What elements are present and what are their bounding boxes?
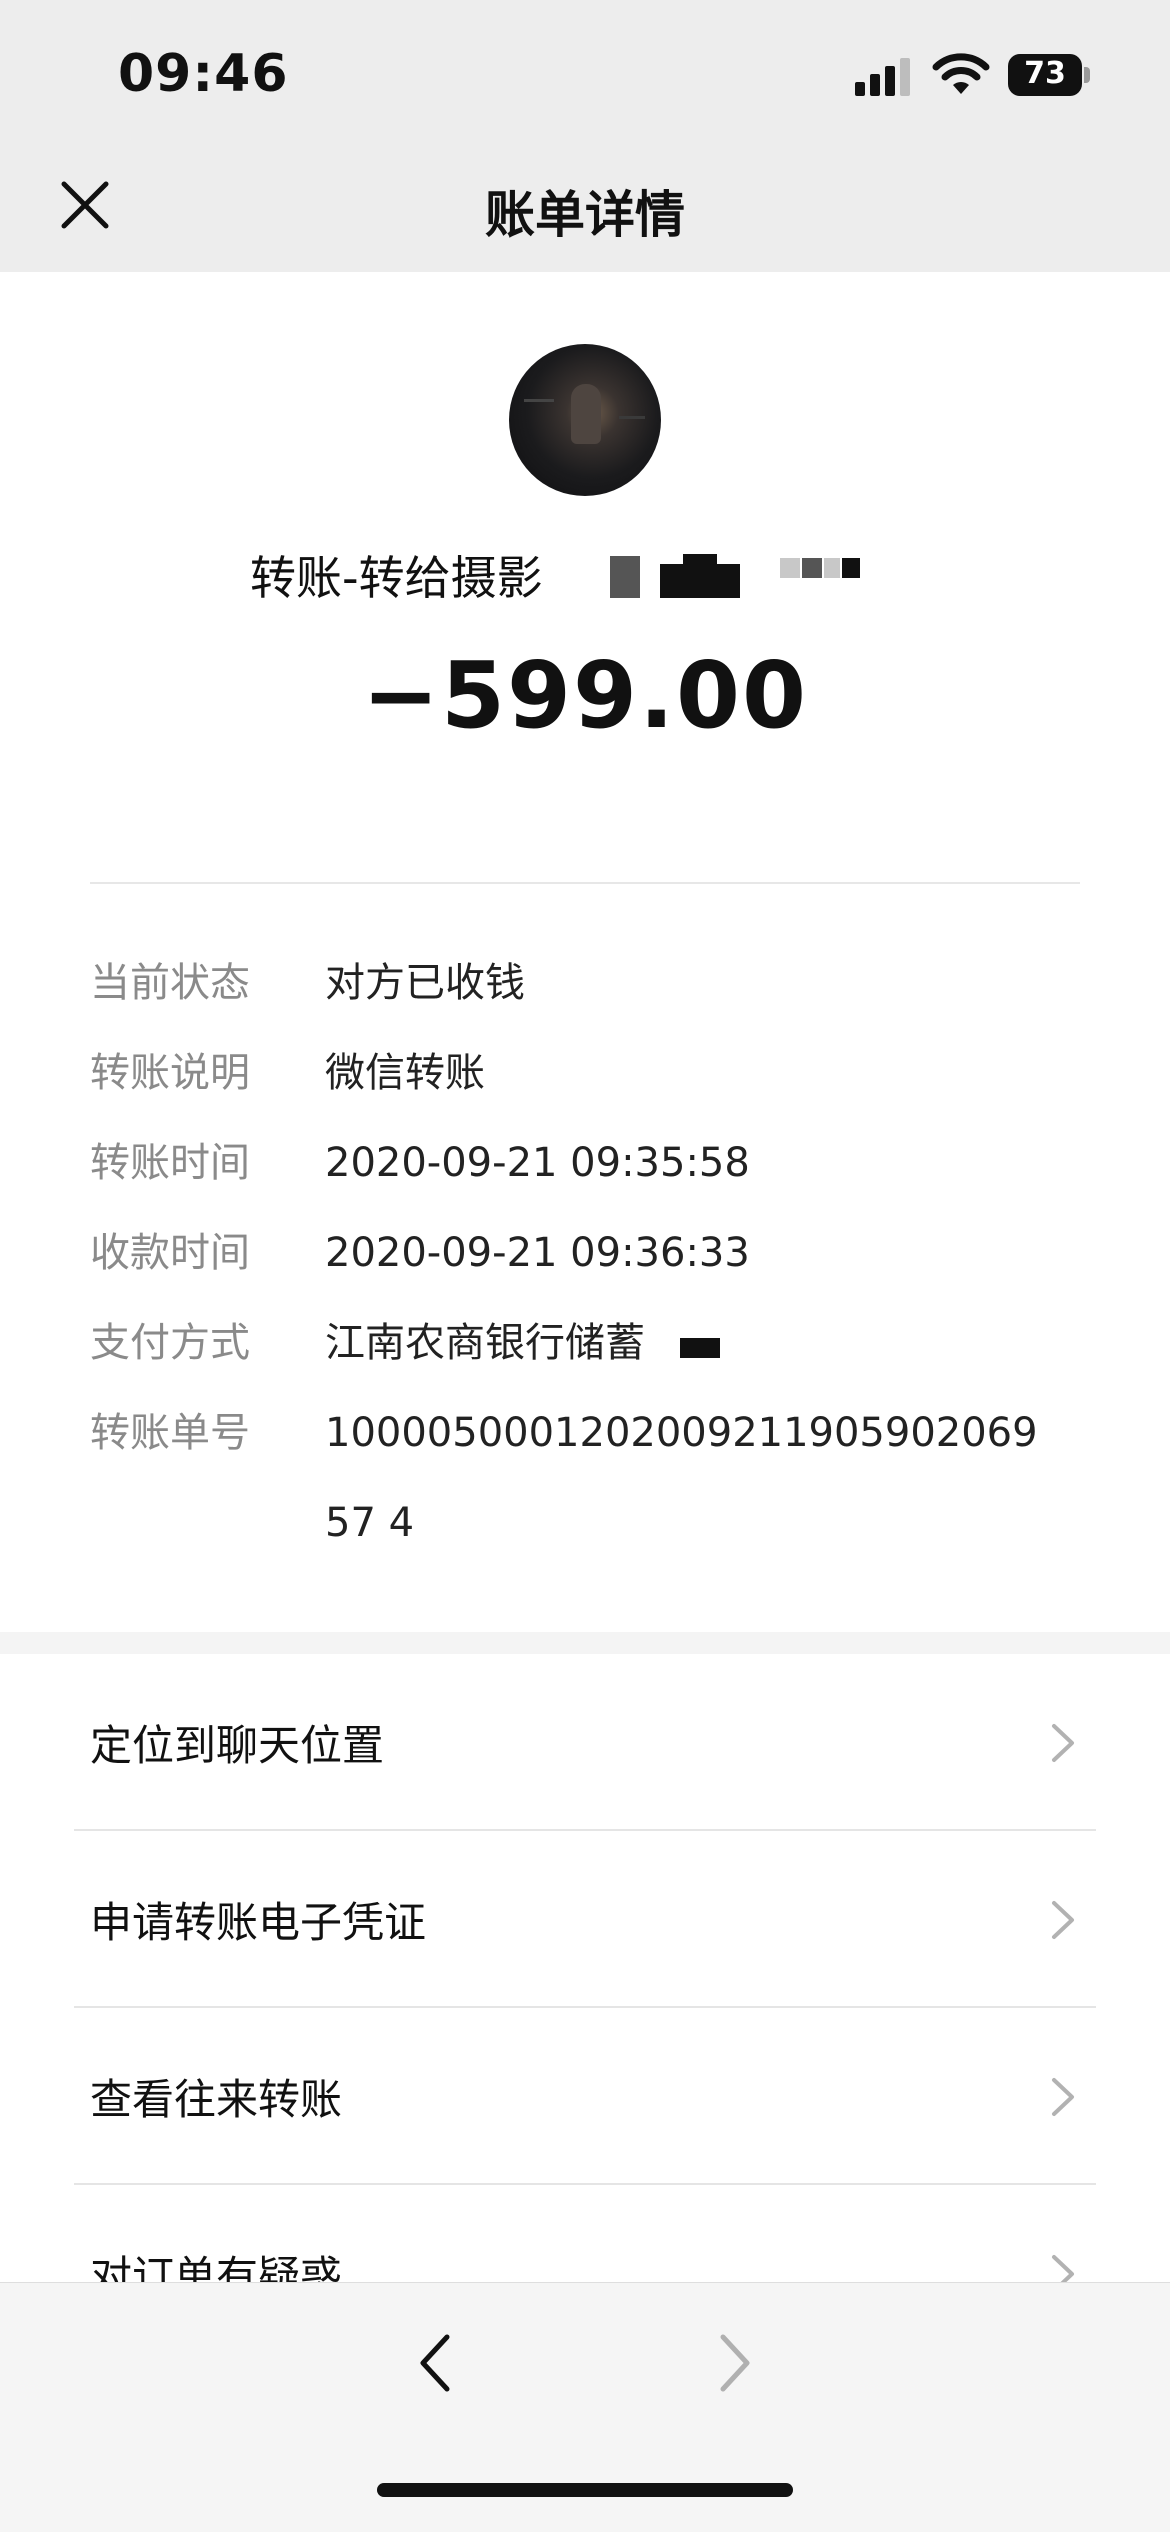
detail-value: 对方已收钱 bbox=[325, 960, 525, 1006]
bill-detail-screen: 09:46 73 账单详情 转账-转给摄影 −599.00 当前状态 对方已收钱… bbox=[0, 0, 1170, 2532]
detail-label: 支付方式 bbox=[90, 1320, 250, 1366]
chevron-left-icon[interactable] bbox=[405, 2323, 465, 2403]
view-transfers-item[interactable]: 查看往来转账 bbox=[0, 2008, 1170, 2185]
chevron-right-icon bbox=[1052, 2078, 1074, 2116]
list-item-label: 对订单有疑惑 bbox=[90, 2252, 343, 2282]
detail-label: 转账单号 bbox=[90, 1410, 250, 1456]
battery-icon: 73 bbox=[1008, 54, 1090, 98]
chevron-right-icon bbox=[1052, 1724, 1074, 1762]
detail-label: 收款时间 bbox=[90, 1230, 250, 1276]
payee-name: 转账-转给摄影 bbox=[250, 551, 543, 605]
list-item-label: 申请转账电子凭证 bbox=[90, 1898, 427, 1947]
redaction-mark bbox=[660, 564, 740, 598]
detail-value: 100005000120200921190590206957 4 bbox=[325, 1410, 1038, 1546]
order-question-item[interactable]: 对订单有疑惑 bbox=[0, 2185, 1170, 2282]
cellular-signal-icon bbox=[855, 58, 910, 96]
redaction-mark bbox=[680, 1338, 720, 1358]
locate-chat-item[interactable]: 定位到聊天位置 bbox=[0, 1654, 1170, 1831]
detail-value: 2020-09-21 09:35:58 bbox=[325, 1140, 750, 1186]
redaction-mark bbox=[610, 556, 640, 598]
home-indicator[interactable] bbox=[377, 2483, 793, 2497]
redaction-mark bbox=[824, 558, 840, 578]
status-bar: 09:46 73 bbox=[0, 0, 1170, 130]
redaction-mark bbox=[683, 554, 717, 568]
chevron-right-icon[interactable] bbox=[705, 2323, 765, 2403]
divider bbox=[90, 882, 1080, 884]
request-voucher-item[interactable]: 申请转账电子凭证 bbox=[0, 1831, 1170, 2008]
section-gap bbox=[0, 1632, 1170, 1654]
detail-value: 微信转账 bbox=[325, 1050, 485, 1096]
redaction-mark bbox=[780, 558, 800, 578]
chevron-right-icon bbox=[1052, 1901, 1074, 1939]
avatar bbox=[509, 344, 661, 496]
bill-summary-card: 转账-转给摄影 −599.00 当前状态 对方已收钱 转账说明 微信转账 转账时… bbox=[0, 272, 1170, 1632]
list-item-label: 查看往来转账 bbox=[90, 2075, 343, 2124]
battery-level: 73 bbox=[1024, 56, 1066, 91]
page-title: 账单详情 bbox=[485, 186, 685, 244]
detail-label: 转账时间 bbox=[90, 1140, 250, 1186]
list-item-label: 定位到聊天位置 bbox=[90, 1721, 385, 1770]
wifi-icon bbox=[932, 53, 990, 94]
status-time: 09:46 bbox=[118, 44, 289, 104]
action-list: 定位到聊天位置 申请转账电子凭证 查看往来转账 对订单有疑惑 bbox=[0, 1654, 1170, 2282]
detail-label: 转账说明 bbox=[90, 1050, 250, 1096]
redaction-mark bbox=[802, 558, 822, 578]
redaction-mark bbox=[842, 558, 860, 578]
detail-value: 2020-09-21 09:36:33 bbox=[325, 1230, 750, 1276]
bottom-toolbar bbox=[0, 2282, 1170, 2532]
nav-bar: 账单详情 bbox=[0, 130, 1170, 272]
transfer-amount: −599.00 bbox=[361, 642, 809, 749]
chevron-right-icon bbox=[1052, 2255, 1074, 2282]
detail-label: 当前状态 bbox=[90, 960, 250, 1006]
